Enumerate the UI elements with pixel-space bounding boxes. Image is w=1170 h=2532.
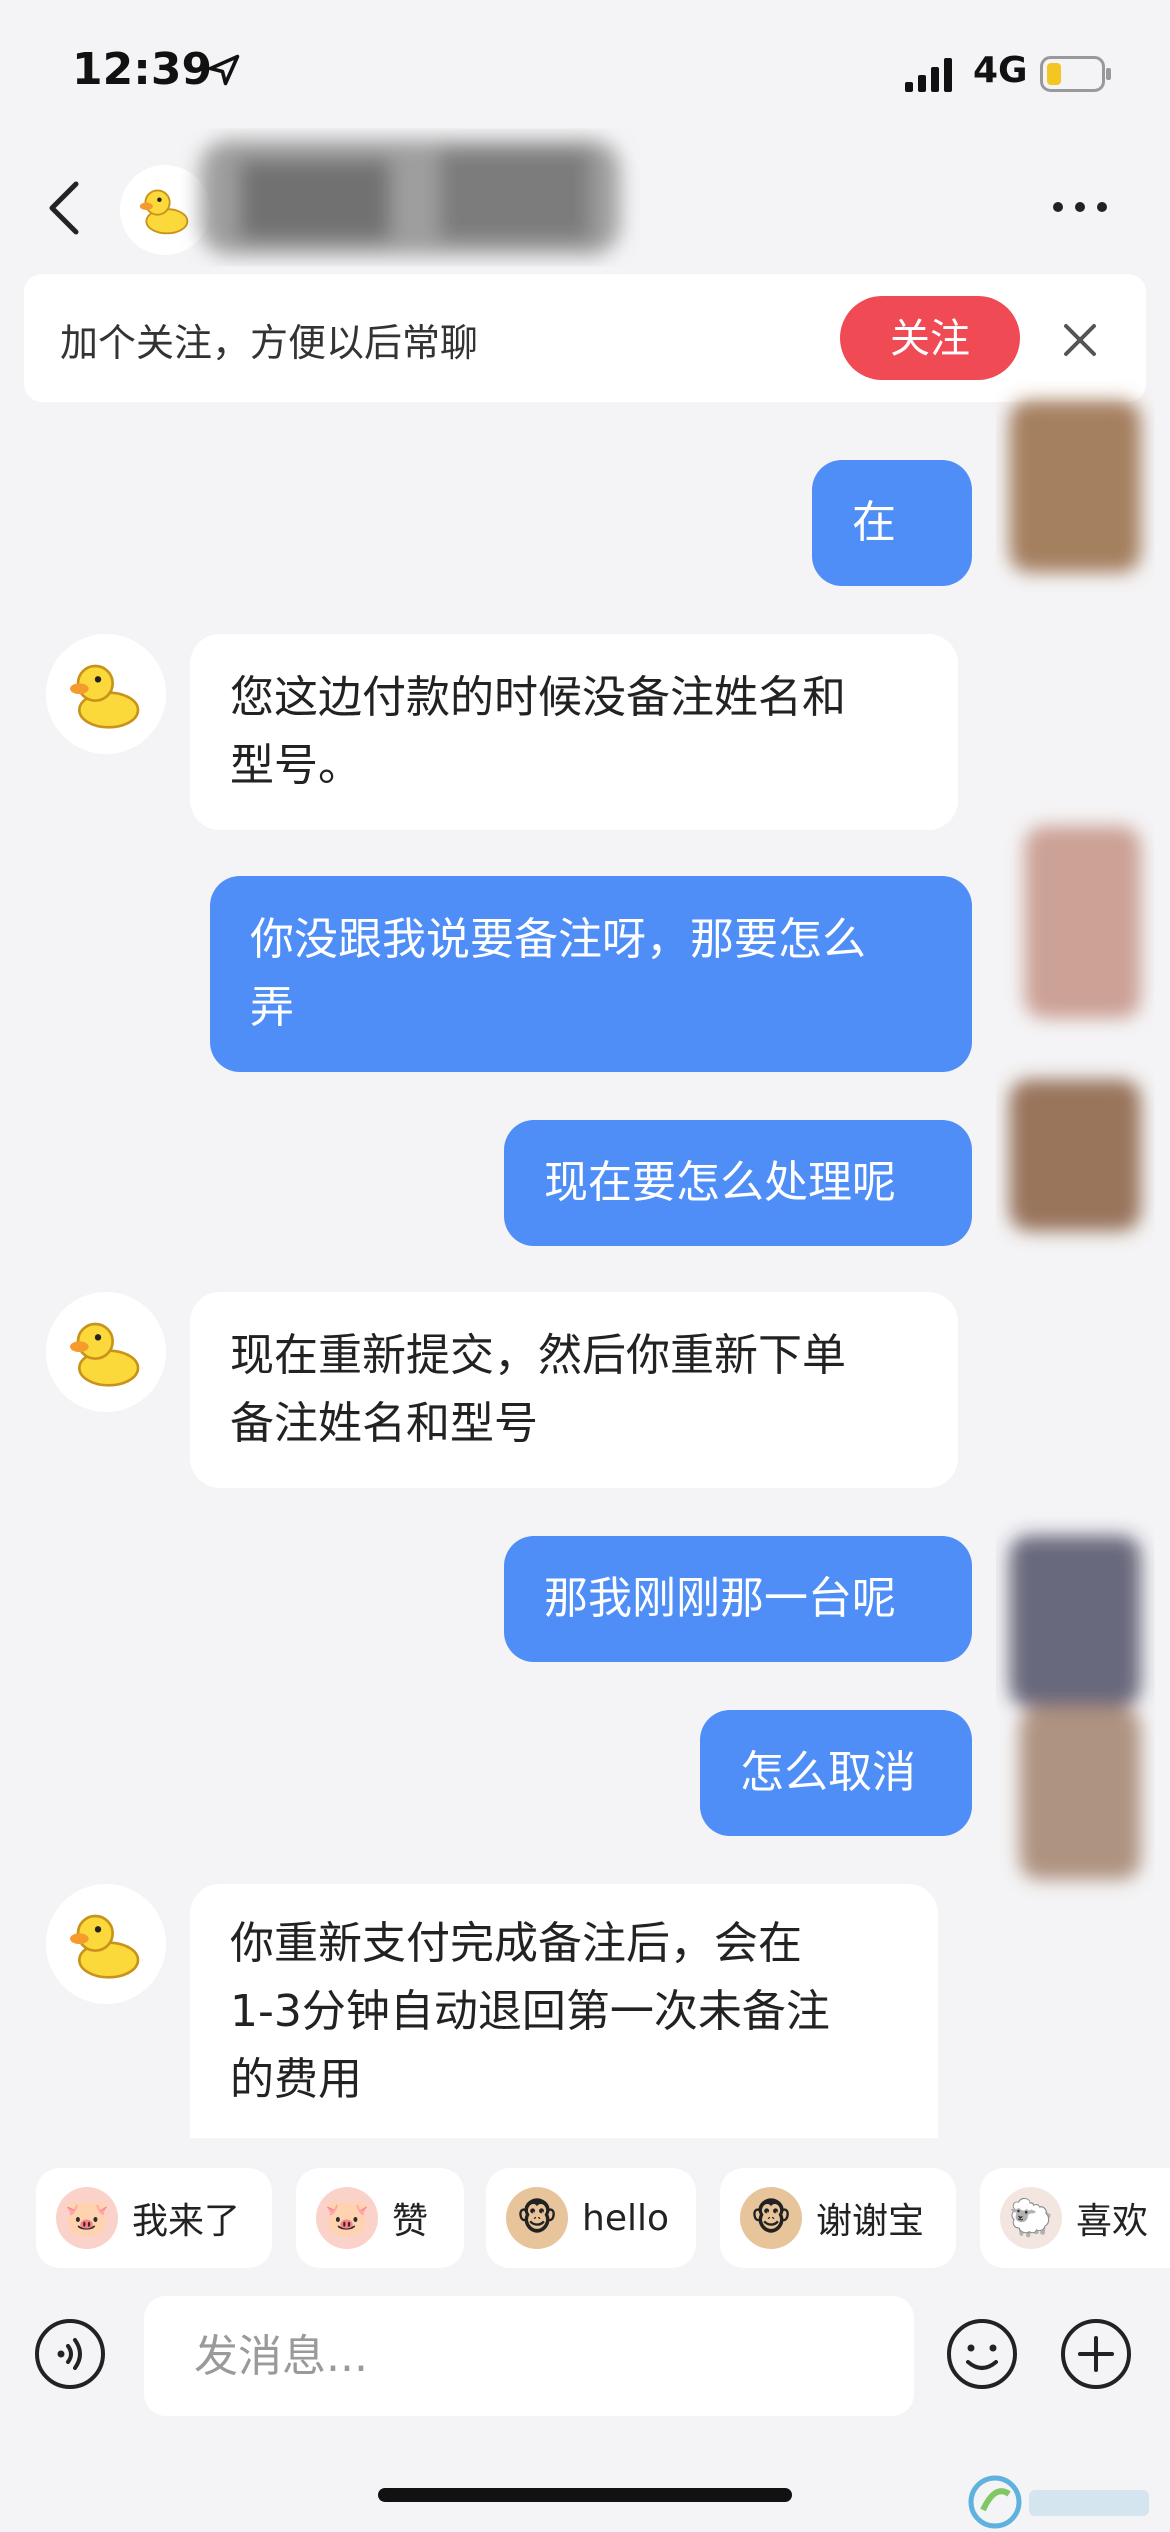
more-options-icon[interactable] [1050,192,1110,222]
message-bubble-sent[interactable]: 你没跟我说要备注呀，那要怎么 弄 [210,876,972,1072]
duck-icon [70,1914,140,1979]
message-line: 的费用 [230,2054,362,2105]
message-line: 现在要怎么处理呢 [544,1157,896,1208]
status-time: 12:39 [72,44,213,95]
message-line: 你没跟我说要备注呀，那要怎么 [250,914,866,965]
message-line: 那我刚刚那一台呢 [544,1573,896,1624]
duck-icon [70,1322,140,1387]
message-line: 在 [852,497,896,548]
redacted-contact-name [200,140,620,255]
sender-avatar[interactable] [46,634,166,754]
message-bubble-received[interactable]: 你重新支付完成备注后，会在 1-3分钟自动退回第一次未备注 的费用 [190,1884,938,2146]
message-line: 怎么取消 [740,1747,916,1798]
message-line: 1-3分钟自动退回第一次未备注 [230,1986,830,2037]
quick-reply-chip[interactable]: 🐑 喜欢 [980,2168,1170,2268]
message-bubble-received[interactable]: 现在重新提交，然后你重新下单 备注姓名和型号 [190,1292,958,1488]
pig-thumbs-up-icon: 🐷 [316,2187,378,2249]
message-line: 你重新支付完成备注后，会在 [230,1918,802,1969]
pig-wave-icon: 🐷 [56,2187,118,2249]
quick-reply-chip[interactable]: 🐷 赞 [296,2168,464,2268]
monkey-hello-icon: 🐵 [506,2187,568,2249]
location-arrow-icon [208,54,240,86]
quick-reply-label: hello [582,2197,669,2239]
home-indicator[interactable] [378,2488,792,2502]
quick-reply-chip[interactable]: 🐷 我来了 [36,2168,272,2268]
quick-reply-chip[interactable]: 🐵 hello [486,2168,696,2268]
message-line: 您这边付款的时候没备注姓名和 [230,672,846,723]
sender-avatar[interactable] [46,1292,166,1412]
battery-icon [1040,56,1111,92]
sheep-love-icon: 🐑 [1000,2187,1062,2249]
follow-button[interactable]: 关注 [840,296,1020,380]
network-type: 4G [973,50,1028,91]
follow-banner-text: 加个关注，方便以后常聊 [60,321,479,365]
message-input[interactable] [144,2296,914,2416]
cellular-signal-icon [905,58,952,92]
message-line: 现在重新提交，然后你重新下单 [230,1330,846,1381]
message-line: 备注姓名和型号 [230,1398,538,1449]
message-bubble-sent[interactable]: 怎么取消 [700,1710,972,1836]
message-bubble-received[interactable]: 您这边付款的时候没备注姓名和 型号。 [190,634,958,830]
message-line: 型号。 [230,740,362,791]
emoji-icon[interactable] [946,2318,1018,2390]
watermark-logo-icon [968,2475,1149,2529]
quick-reply-label: 谢谢宝 [816,2201,925,2242]
redacted-user-avatar [1009,400,1141,1880]
message-bubble-sent[interactable]: 在 [812,460,972,586]
close-banner-icon[interactable] [1058,318,1102,362]
duck-icon [70,664,140,729]
plus-icon[interactable] [1060,2318,1132,2390]
quick-reply-chip[interactable]: 🐵 谢谢宝 [720,2168,956,2268]
quick-reply-label: 喜欢 [1076,2201,1149,2242]
message-bubble-sent[interactable]: 那我刚刚那一台呢 [504,1536,972,1662]
quick-reply-label: 我来了 [132,2201,241,2242]
message-line: 弄 [250,982,294,1033]
quick-reply-label: 赞 [392,2201,429,2242]
monkey-thanks-icon: 🐵 [740,2187,802,2249]
sender-avatar[interactable] [46,1884,166,2004]
back-chevron-icon[interactable] [44,178,84,238]
message-bubble-sent[interactable]: 现在要怎么处理呢 [504,1120,972,1246]
voice-input-icon[interactable] [34,2318,106,2390]
